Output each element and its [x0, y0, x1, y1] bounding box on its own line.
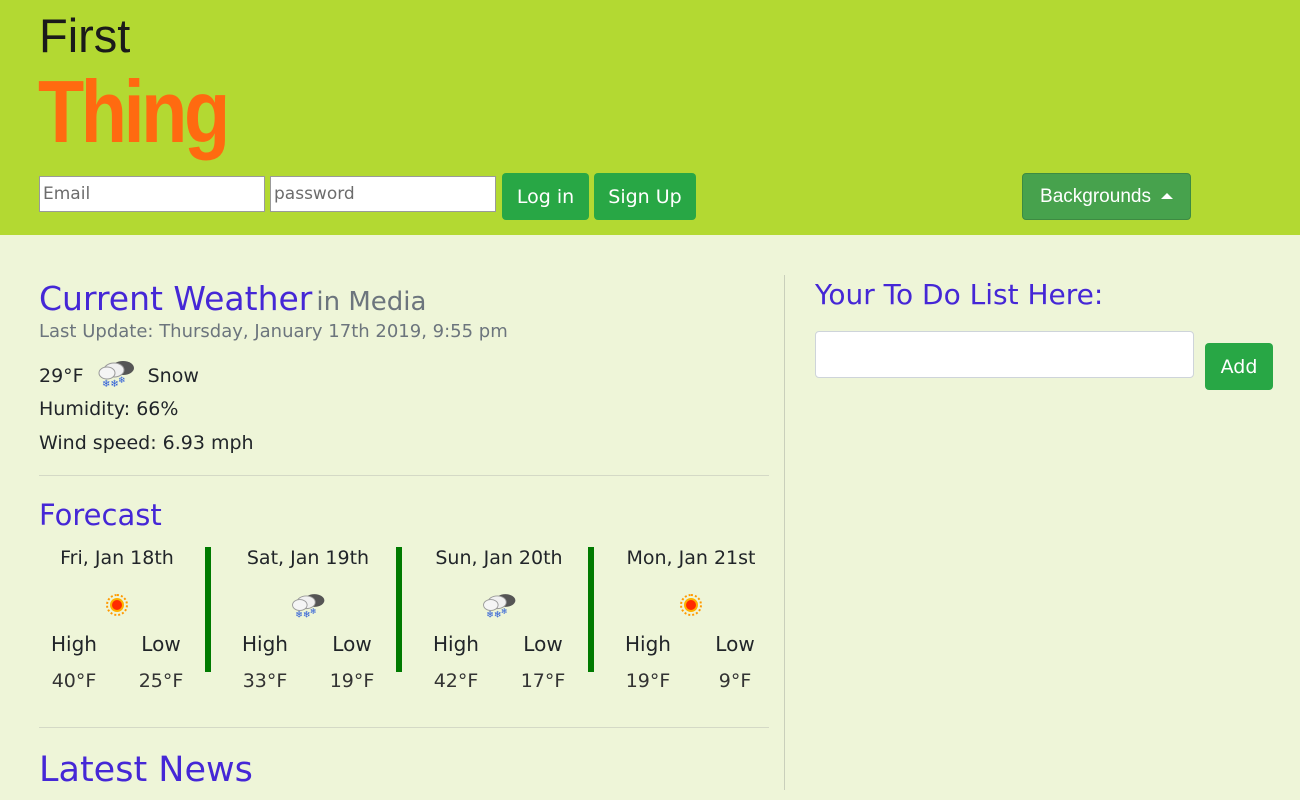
- current-weather-title: Current Weather: [39, 279, 313, 318]
- forecast-date: Sat, Jan 19th: [246, 547, 370, 569]
- low-label: Low: [715, 632, 755, 656]
- current-conditions-row: 29°F ❄❄ ❄ Snow: [39, 357, 199, 394]
- low-label: Low: [332, 632, 372, 656]
- humidity-text: Humidity: 66%: [39, 398, 179, 420]
- divider: [39, 475, 769, 476]
- forecast-day: Sat, Jan 19th ❄❄ ❄ High Low 33°F 19°F: [230, 547, 390, 697]
- svg-text:❄❄: ❄❄: [295, 611, 310, 621]
- divider: [39, 727, 769, 728]
- forecast-heading: Forecast: [39, 498, 162, 532]
- forecast-high: 19°F: [625, 670, 671, 692]
- todo-input[interactable]: [815, 331, 1194, 378]
- low-label: Low: [141, 632, 181, 656]
- svg-text:❄: ❄: [501, 606, 508, 616]
- sun-icon: [671, 590, 711, 620]
- login-button[interactable]: Log in: [502, 173, 589, 220]
- forecast-date: Sun, Jan 20th: [435, 547, 563, 569]
- current-temperature: 29°F: [39, 364, 84, 387]
- forecast-high: 33°F: [242, 670, 288, 692]
- last-update-text: Last Update: Thursday, January 17th 2019…: [39, 321, 508, 342]
- backgrounds-label: Backgrounds: [1040, 185, 1151, 207]
- low-label: Low: [523, 632, 563, 656]
- forecast-high: 42°F: [433, 670, 479, 692]
- weather-city: in Media: [316, 287, 427, 317]
- forecast-day: Sun, Jan 20th ❄❄ ❄ High Low 42°F 17°F: [421, 547, 581, 697]
- email-input[interactable]: [39, 176, 265, 212]
- snow-icon: ❄❄ ❄: [288, 590, 328, 621]
- forecast-separator: [396, 547, 402, 672]
- add-todo-button[interactable]: Add: [1205, 343, 1273, 390]
- latest-news-heading: Latest News: [39, 750, 253, 790]
- svg-text:❄: ❄: [118, 376, 126, 386]
- forecast-separator: [588, 547, 594, 672]
- brand-first-word: First: [39, 9, 131, 62]
- high-label: High: [242, 632, 288, 656]
- forecast-separator: [205, 547, 211, 672]
- current-condition: Snow: [147, 364, 199, 387]
- sun-icon: [97, 590, 137, 620]
- forecast-low: 17°F: [520, 670, 566, 692]
- forecast-high: 40°F: [51, 670, 97, 692]
- backgrounds-dropdown-button[interactable]: Backgrounds: [1022, 173, 1191, 220]
- svg-text:❄❄: ❄❄: [102, 379, 119, 389]
- column-divider: [784, 275, 785, 790]
- snow-icon: ❄❄ ❄: [94, 357, 138, 394]
- high-label: High: [51, 632, 97, 656]
- brand-logo-thing: Thing: [38, 62, 230, 161]
- snow-icon: ❄❄ ❄: [479, 590, 519, 621]
- current-weather-heading: Current Weather in Media: [39, 279, 426, 318]
- high-label: High: [433, 632, 479, 656]
- forecast-low: 25°F: [138, 670, 184, 692]
- todo-heading: Your To Do List Here:: [815, 278, 1104, 311]
- forecast-day: Fri, Jan 18th High Low 40°F 25°F: [39, 547, 199, 697]
- forecast-day: Mon, Jan 21st High Low 19°F 9°F: [613, 547, 773, 697]
- high-label: High: [625, 632, 671, 656]
- caret-up-icon: [1160, 192, 1173, 199]
- svg-text:❄❄: ❄❄: [486, 611, 501, 621]
- forecast-low: 19°F: [329, 670, 375, 692]
- password-input[interactable]: [270, 176, 496, 212]
- site-header: First Thing Log in Sign Up Backgrounds: [0, 0, 1300, 235]
- wind-speed-text: Wind speed: 6.93 mph: [39, 432, 254, 454]
- forecast-date: Fri, Jan 18th: [60, 547, 174, 569]
- signup-button[interactable]: Sign Up: [594, 173, 696, 220]
- forecast-low: 9°F: [718, 670, 752, 692]
- forecast-date: Mon, Jan 21st: [626, 547, 756, 569]
- svg-text:❄: ❄: [310, 606, 317, 616]
